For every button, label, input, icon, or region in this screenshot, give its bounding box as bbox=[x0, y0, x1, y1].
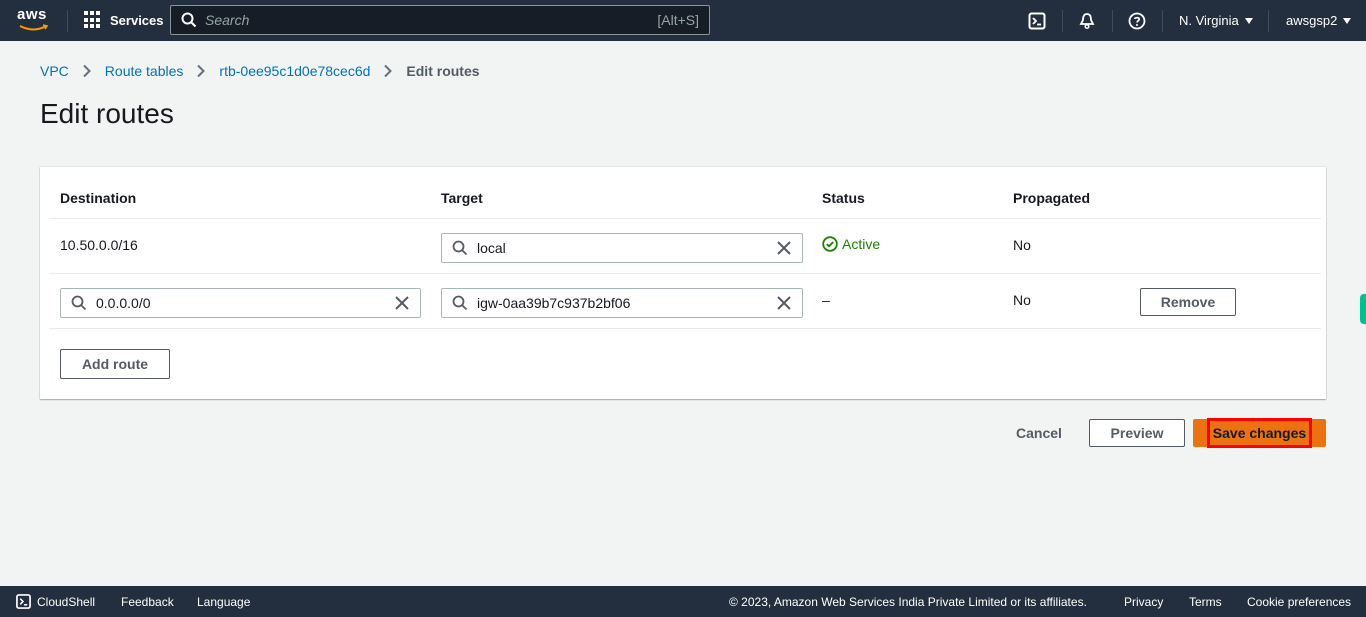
add-route-button[interactable]: Add route bbox=[60, 349, 170, 379]
footer: CloudShell Feedback Language © 2023, Ama… bbox=[0, 586, 1366, 617]
route-2-target-input[interactable]: igw-0aa39b7c937b2bf06 bbox=[441, 288, 803, 318]
nav-divider bbox=[1062, 10, 1063, 32]
footer-copyright: © 2023, Amazon Web Services India Privat… bbox=[729, 595, 1087, 609]
footer-terms-link[interactable]: Terms bbox=[1189, 595, 1222, 609]
nav-divider bbox=[67, 10, 68, 32]
cancel-button[interactable]: Cancel bbox=[1016, 425, 1062, 441]
services-grid-icon bbox=[84, 11, 102, 29]
status-success-check-icon bbox=[822, 236, 838, 252]
row-divider bbox=[49, 273, 1321, 274]
save-changes-button[interactable]: Save changes bbox=[1193, 418, 1326, 448]
breadcrumb-route-tables[interactable]: Route tables bbox=[105, 63, 184, 79]
search-icon bbox=[452, 240, 468, 256]
footer-cloudshell-label: CloudShell bbox=[37, 594, 96, 609]
search-icon bbox=[71, 295, 87, 311]
aws-logo-text: aws bbox=[17, 6, 47, 23]
route-2-status: – bbox=[822, 292, 830, 308]
chevron-right-icon bbox=[197, 64, 206, 78]
breadcrumb: VPC Route tables rtb-0ee95c1d0e78cec6d E… bbox=[40, 63, 480, 79]
help-icon bbox=[1128, 12, 1146, 29]
column-header-destination: Destination bbox=[60, 190, 137, 206]
footer-feedback-link[interactable]: Feedback bbox=[121, 595, 174, 609]
nav-divider bbox=[1162, 10, 1163, 32]
chevron-right-icon bbox=[83, 64, 91, 78]
row-divider bbox=[49, 218, 1321, 219]
row-divider bbox=[49, 328, 1321, 329]
route-2-propagated: No bbox=[1013, 292, 1031, 308]
page-title: Edit routes bbox=[40, 98, 174, 129]
save-changes-label: Save changes bbox=[1206, 418, 1313, 448]
route-1-status: Active bbox=[822, 236, 880, 252]
side-feedback-tab[interactable] bbox=[1360, 294, 1366, 324]
footer-privacy-link[interactable]: Privacy bbox=[1124, 595, 1163, 609]
column-header-status: Status bbox=[822, 190, 865, 206]
route-1-target-value: local bbox=[477, 240, 506, 256]
region-selector[interactable]: N. Virginia bbox=[1179, 0, 1253, 41]
route-1-destination: 10.50.0.0/16 bbox=[60, 237, 138, 253]
notifications-button[interactable] bbox=[1078, 0, 1096, 41]
account-label: awsgsp2 bbox=[1286, 13, 1338, 28]
footer-language-link[interactable]: Language bbox=[197, 595, 250, 609]
clear-icon[interactable] bbox=[776, 240, 792, 256]
search-placeholder: Search bbox=[205, 12, 250, 28]
clear-icon[interactable] bbox=[394, 295, 410, 311]
nav-divider bbox=[1268, 10, 1269, 32]
preview-button[interactable]: Preview bbox=[1089, 419, 1185, 447]
route-1-target-input[interactable]: local bbox=[441, 233, 803, 263]
route-2-target-value: igw-0aa39b7c937b2bf06 bbox=[477, 295, 631, 311]
help-button[interactable] bbox=[1128, 0, 1146, 41]
caret-down-icon bbox=[1244, 17, 1253, 24]
footer-cookie-preferences-link[interactable]: Cookie preferences bbox=[1247, 595, 1351, 609]
aws-logo[interactable]: aws bbox=[17, 6, 51, 34]
breadcrumb-route-table-id[interactable]: rtb-0ee95c1d0e78cec6d bbox=[219, 63, 370, 79]
search-shortcut-hint: [Alt+S] bbox=[657, 12, 699, 28]
services-menu-button[interactable]: Services bbox=[84, 11, 164, 29]
route-2-destination-value: 0.0.0.0/0 bbox=[96, 295, 151, 311]
column-header-propagated: Propagated bbox=[1013, 190, 1091, 206]
search-input[interactable]: Search [Alt+S] bbox=[170, 5, 710, 35]
top-navigation: aws Services Search [Alt+S] N. Virginia … bbox=[0, 0, 1366, 41]
aws-smile-icon bbox=[19, 24, 49, 31]
column-header-target: Target bbox=[441, 190, 483, 206]
route-1-propagated: No bbox=[1013, 237, 1031, 253]
search-icon bbox=[452, 295, 468, 311]
region-label: N. Virginia bbox=[1179, 13, 1239, 28]
breadcrumb-vpc[interactable]: VPC bbox=[40, 63, 69, 79]
caret-down-icon bbox=[1343, 17, 1352, 24]
footer-cloudshell-button[interactable]: CloudShell bbox=[16, 594, 95, 609]
routes-table-container: Destination Target Status Propagated 10.… bbox=[40, 167, 1326, 399]
notifications-bell-icon bbox=[1079, 12, 1095, 29]
cloudshell-button[interactable] bbox=[1028, 0, 1046, 41]
clear-icon[interactable] bbox=[776, 295, 792, 311]
nav-divider bbox=[1112, 10, 1113, 32]
route-2-destination-input[interactable]: 0.0.0.0/0 bbox=[60, 288, 421, 318]
cloudshell-icon bbox=[1028, 12, 1046, 29]
remove-route-button[interactable]: Remove bbox=[1140, 288, 1236, 316]
services-label: Services bbox=[110, 12, 164, 28]
breadcrumb-current: Edit routes bbox=[406, 63, 480, 79]
cloudshell-icon bbox=[16, 594, 31, 609]
chevron-right-icon bbox=[384, 64, 393, 78]
route-1-status-text: Active bbox=[842, 236, 881, 252]
search-icon bbox=[181, 12, 197, 28]
account-menu[interactable]: awsgsp2 bbox=[1286, 0, 1352, 41]
